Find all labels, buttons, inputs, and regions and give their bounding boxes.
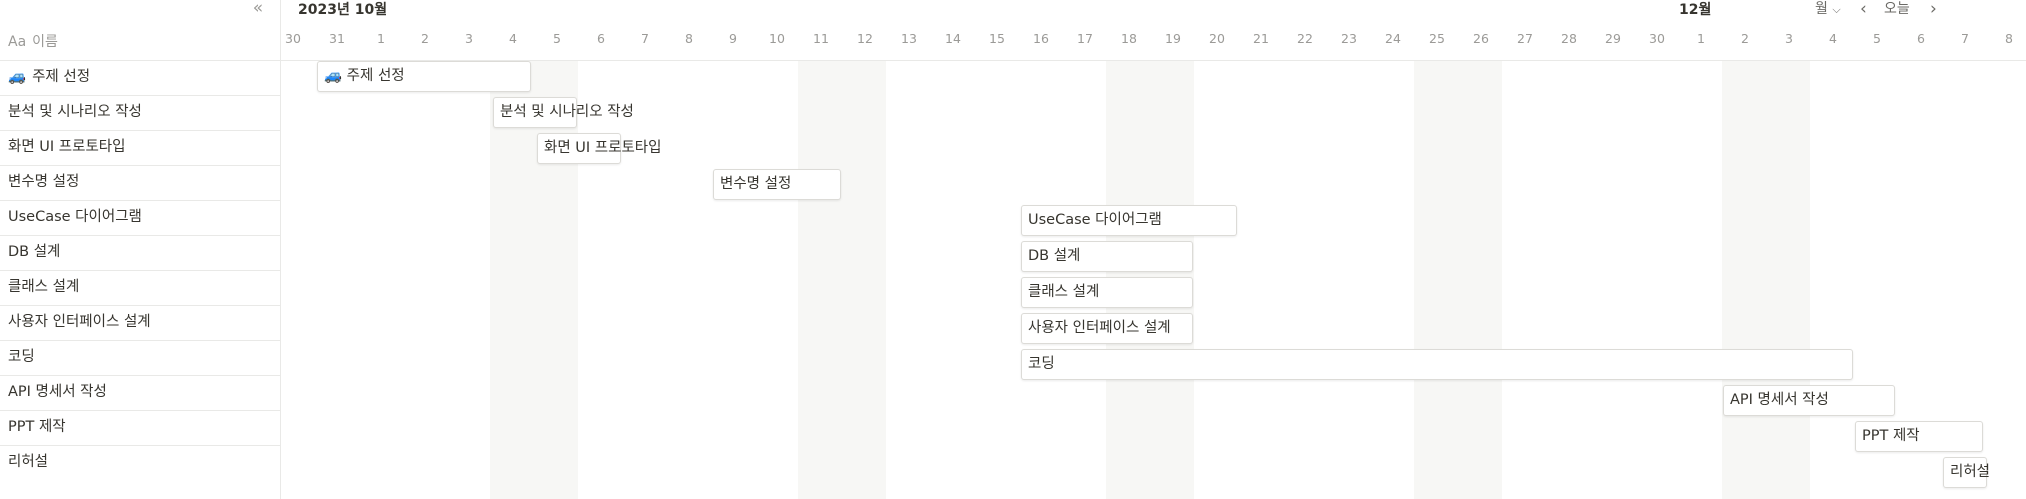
day-label: 1 (1697, 31, 1705, 46)
task-bar[interactable] (1021, 349, 1853, 380)
day-label: 4 (1829, 31, 1837, 46)
view-mode-select[interactable]: 월 ⌵ (1815, 0, 1841, 19)
task-name-label: 분석 및 시나리오 작성 (8, 104, 142, 120)
task-name-row[interactable]: 변수명 설정 (0, 165, 280, 200)
day-label: 28 (1561, 31, 1577, 46)
task-name-row[interactable]: DB 설계 (0, 235, 280, 270)
task-bar-label: DB 설계 (1028, 248, 1081, 264)
next-month-label: 12월 (1679, 2, 1712, 18)
task-name-label: UseCase 다이어그램 (8, 209, 142, 225)
task-bar-label: 🚙 주제 선정 (324, 68, 405, 84)
task-bar-label: 리허설 (1950, 464, 1991, 480)
day-label: 6 (597, 31, 605, 46)
current-month-label: 2023년 10월 (298, 2, 388, 18)
task-name-label: PPT 제작 (8, 419, 66, 435)
task-bar-label: 클래스 설계 (1028, 284, 1100, 300)
task-name-row[interactable]: API 명세서 작성 (0, 375, 280, 410)
task-name-label: 주제 선정 (32, 69, 91, 85)
day-label: 3 (1785, 31, 1793, 46)
day-label: 25 (1429, 31, 1445, 46)
day-label: 6 (1917, 31, 1925, 46)
day-label: 7 (1961, 31, 1969, 46)
task-name-row[interactable]: 코딩 (0, 340, 280, 375)
weekend-shade (1414, 60, 1502, 499)
task-bar-label: 코딩 (1028, 356, 1055, 372)
day-label: 8 (2005, 31, 2013, 46)
task-name-panel: « Aa 이름 🚙 주제 선정분석 및 시나리오 작성화면 UI 프로토타입변수명 … (0, 0, 281, 499)
weekend-shade (1722, 60, 1810, 499)
day-label: 1 (377, 31, 385, 46)
task-name-label: 코딩 (8, 349, 35, 365)
car-icon: 🚙 (8, 69, 27, 85)
day-label: 21 (1253, 31, 1269, 46)
day-label: 23 (1341, 31, 1357, 46)
day-label: 24 (1385, 31, 1401, 46)
day-label: 15 (989, 31, 1005, 46)
day-label: 29 (1605, 31, 1621, 46)
task-name-row[interactable]: 화면 UI 프로토타입 (0, 130, 280, 165)
task-bar-label: 사용자 인터페이스 설계 (1028, 320, 1171, 336)
day-label: 2 (421, 31, 429, 46)
task-bar-label: UseCase 다이어그램 (1028, 212, 1162, 228)
task-name-row[interactable]: UseCase 다이어그램 (0, 200, 280, 235)
task-name-label: API 명세서 작성 (8, 384, 107, 400)
day-label: 20 (1209, 31, 1225, 46)
task-name-label: DB 설계 (8, 244, 61, 260)
task-name-label: 변수명 설정 (8, 174, 80, 190)
day-label: 4 (509, 31, 517, 46)
name-column-label: 이름 (32, 34, 58, 50)
day-label: 7 (641, 31, 649, 46)
day-label: 27 (1517, 31, 1533, 46)
day-label: 3 (465, 31, 473, 46)
timeline-app: « Aa 이름 🚙 주제 선정분석 및 시나리오 작성화면 UI 프로토타입변수명 … (0, 0, 2026, 499)
task-name-row[interactable]: PPT 제작 (0, 410, 280, 445)
collapse-sidebar-icon[interactable]: « (246, 0, 270, 18)
day-label: 31 (329, 31, 345, 46)
task-name-row[interactable]: 리허설 (0, 445, 280, 480)
timeline-grid: 2023년 10월 12월 월 ⌵ ‹ 오늘 › 30 31 1 2 3 4 5 6 7 8 9 10… (280, 0, 2026, 499)
task-bar-label: PPT 제작 (1862, 428, 1920, 444)
day-label: 19 (1165, 31, 1181, 46)
weekend-shade (798, 60, 886, 499)
task-name-row[interactable]: 분석 및 시나리오 작성 (0, 95, 280, 130)
task-name-label: 화면 UI 프로토타입 (8, 139, 126, 155)
day-label: 26 (1473, 31, 1489, 46)
task-name-row[interactable]: 🚙 주제 선정 (0, 60, 280, 95)
task-name-label: 클래스 설계 (8, 279, 80, 295)
task-name-row[interactable]: 사용자 인터페이스 설계 (0, 305, 280, 340)
task-bar-label: 분석 및 시나리오 작성 (500, 104, 634, 120)
task-bar-label: API 명세서 작성 (1730, 392, 1829, 408)
day-label: 18 (1121, 31, 1137, 46)
day-label: 2 (1741, 31, 1749, 46)
task-name-label: 리허설 (8, 454, 49, 470)
day-label: 11 (813, 31, 829, 46)
day-label: 10 (769, 31, 785, 46)
name-column-header[interactable]: Aa 이름 (8, 31, 58, 53)
day-label: 12 (857, 31, 873, 46)
task-bar-label: 변수명 설정 (720, 176, 792, 192)
text-property-icon: Aa (8, 34, 27, 50)
day-label: 5 (553, 31, 561, 46)
day-label: 8 (685, 31, 693, 46)
task-name-label: 사용자 인터페이스 설계 (8, 314, 151, 330)
task-bar-label: 화면 UI 프로토타입 (544, 140, 662, 156)
day-label: 22 (1297, 31, 1313, 46)
task-name-list: 🚙 주제 선정분석 및 시나리오 작성화면 UI 프로토타입변수명 설정 UseCa… (0, 60, 280, 480)
today-button[interactable]: 오늘 (1884, 0, 1910, 18)
day-label: 14 (945, 31, 961, 46)
day-label: 30 (1649, 31, 1665, 46)
chevron-down-icon: ⌵ (1832, 3, 1841, 16)
previous-period-icon[interactable]: ‹ (1860, 0, 1867, 18)
day-label: 13 (901, 31, 917, 46)
next-period-icon[interactable]: › (1930, 0, 1937, 18)
day-label: 5 (1873, 31, 1881, 46)
day-label: 16 (1033, 31, 1049, 46)
timeline-header: 2023년 10월 12월 월 ⌵ ‹ 오늘 › 30 31 1 2 3 4 5 6 7 8 9 10… (280, 0, 2026, 61)
task-name-row[interactable]: 클래스 설계 (0, 270, 280, 305)
day-label: 9 (729, 31, 737, 46)
day-label: 17 (1077, 31, 1093, 46)
